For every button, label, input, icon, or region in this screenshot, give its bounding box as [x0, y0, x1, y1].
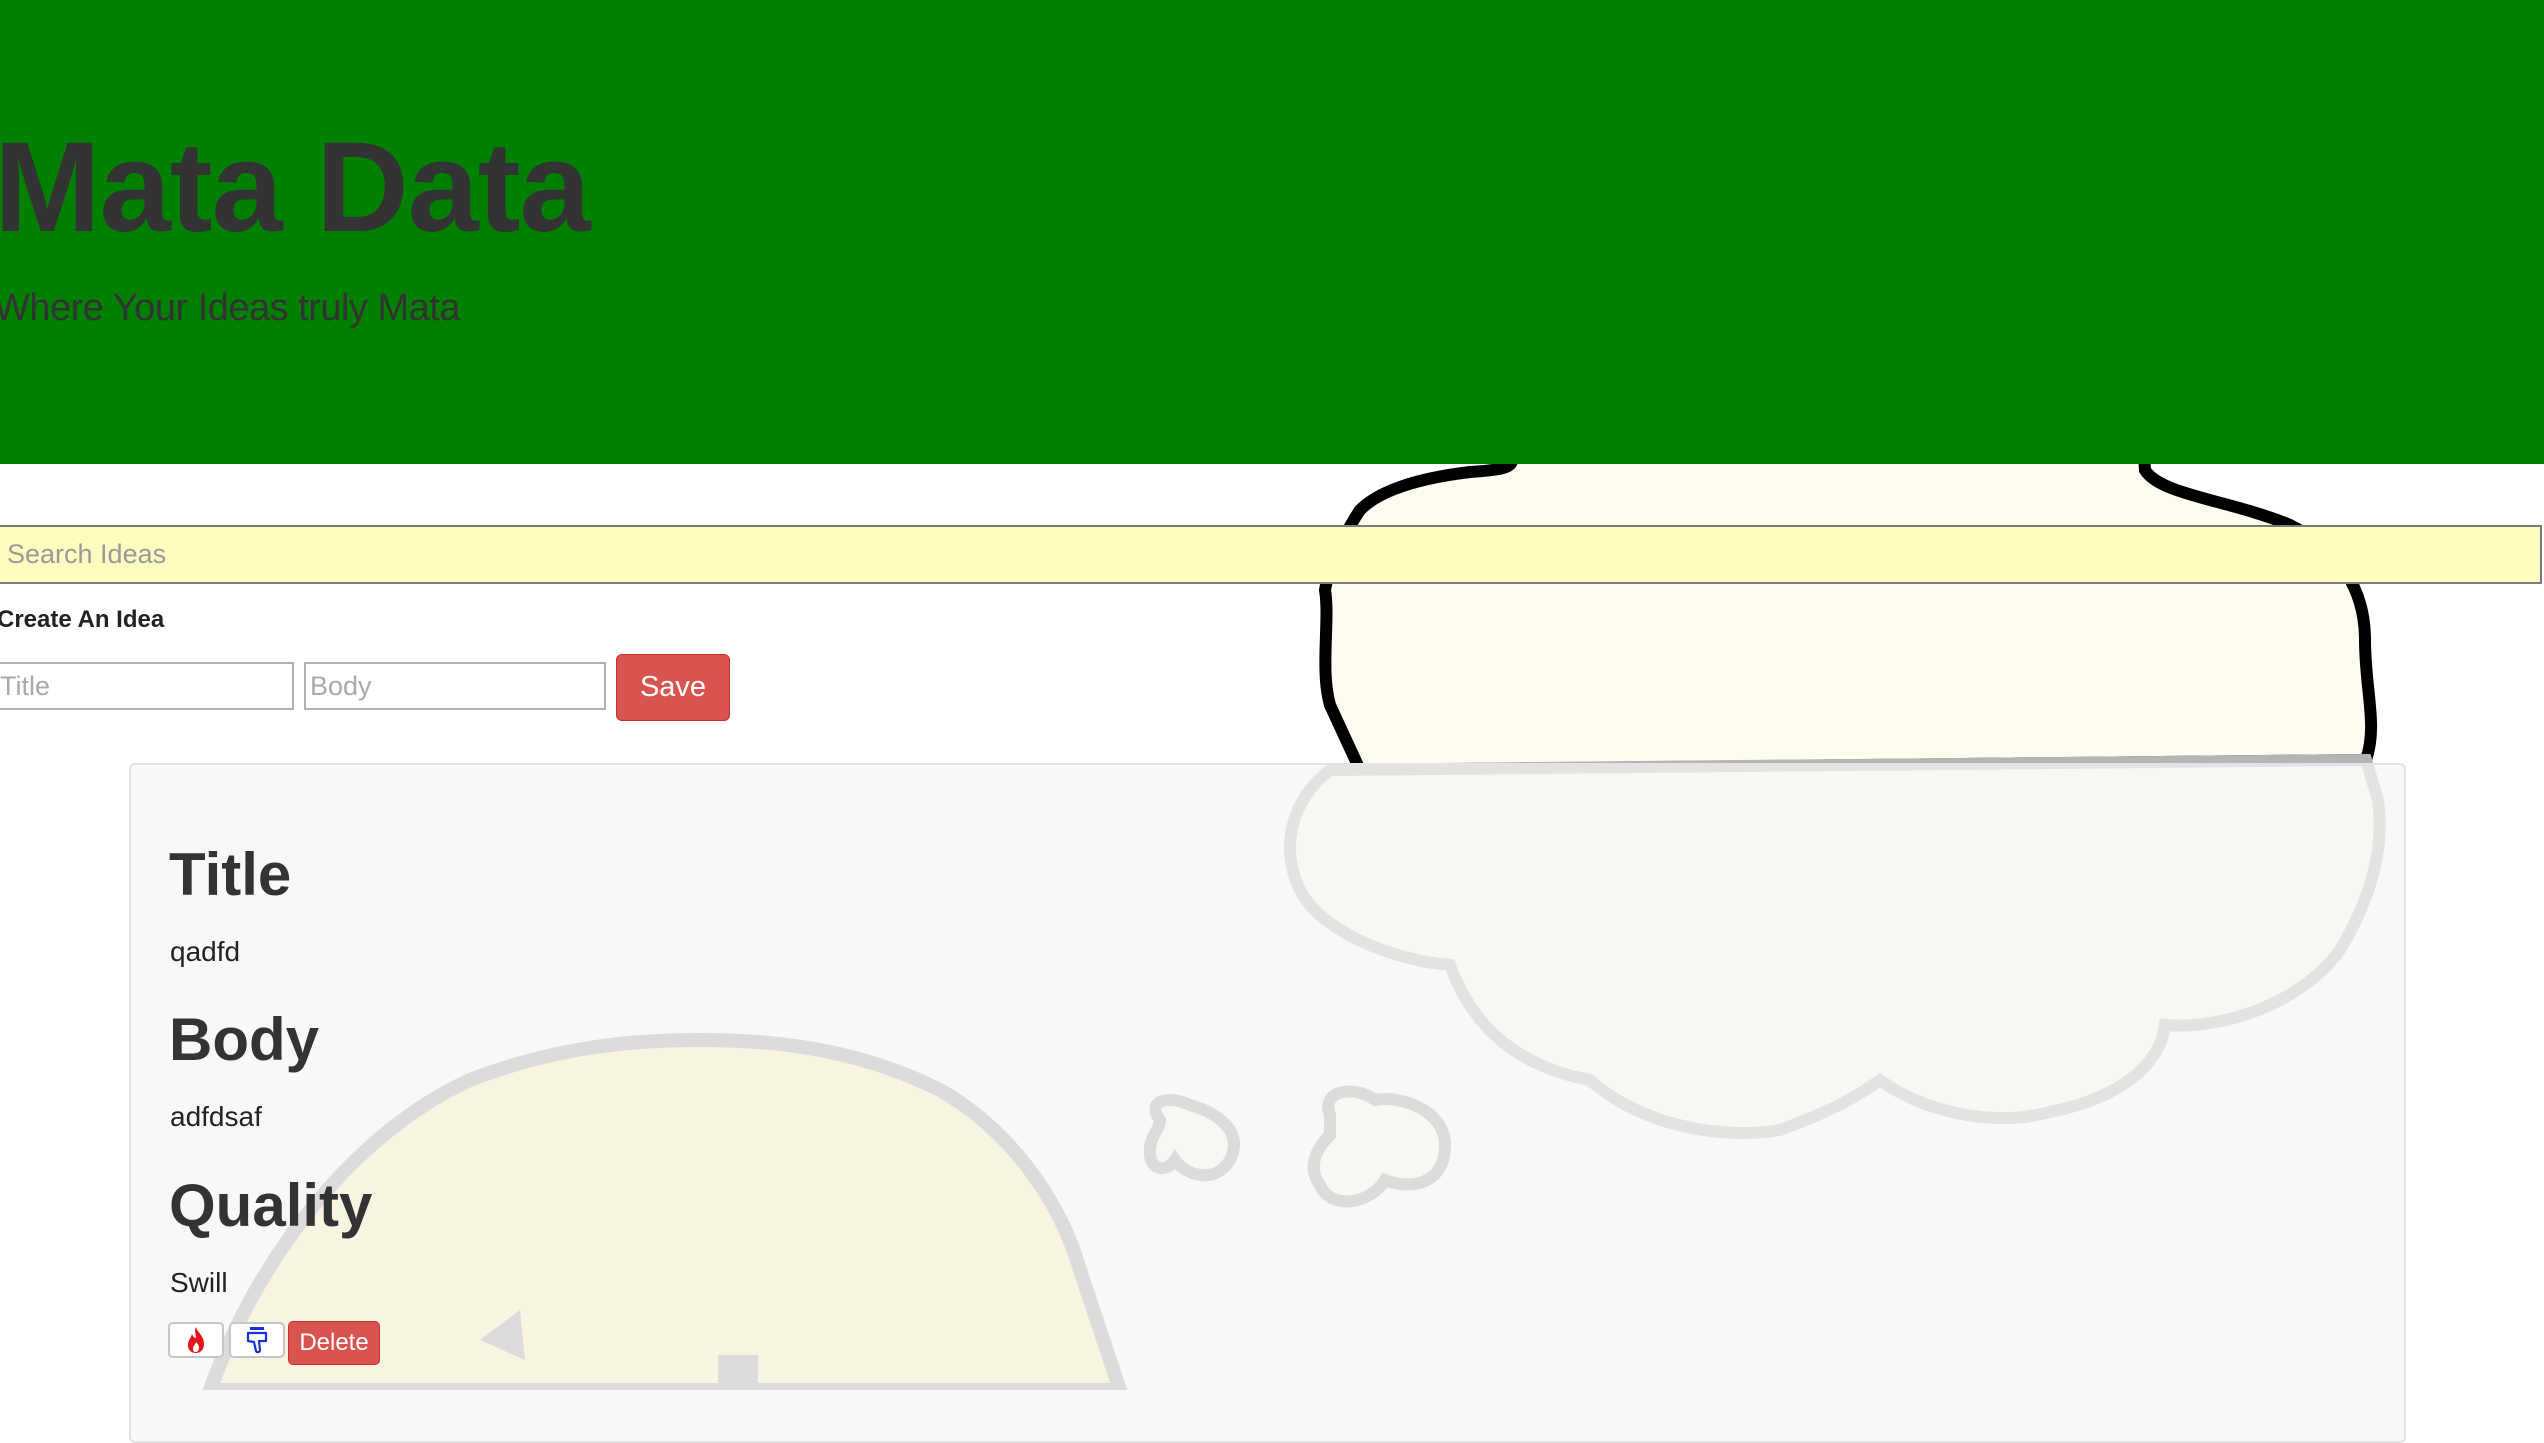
app-title: Mata Data: [0, 116, 591, 259]
delete-button[interactable]: Delete: [288, 1321, 380, 1365]
upvote-button[interactable]: [168, 1322, 224, 1358]
body-input[interactable]: [304, 662, 606, 710]
title-input[interactable]: [0, 662, 294, 710]
card-body-value: adfdsaf: [170, 1101, 262, 1132]
save-button[interactable]: Save: [616, 654, 730, 721]
app-subtitle: Where Your Ideas truly Mata: [0, 287, 460, 329]
thumbs-down-icon: [246, 1327, 268, 1354]
header-banner: Mata Data Where Your Ideas truly Mata: [0, 0, 2544, 464]
create-idea-label: Create An Idea: [0, 606, 165, 633]
idea-card: Title qadfd Body adfdsaf Quality Swill: [129, 763, 2406, 1443]
card-title-heading: Title: [169, 841, 292, 908]
card-quality-value: Swill: [170, 1267, 228, 1298]
card-quality-heading: Quality: [169, 1172, 373, 1239]
search-input[interactable]: [0, 525, 2542, 584]
card-title-value: qadfd: [170, 936, 241, 967]
card-body-heading: Body: [169, 1006, 319, 1073]
downvote-button[interactable]: [229, 1322, 285, 1358]
flame-icon: [188, 1327, 204, 1353]
